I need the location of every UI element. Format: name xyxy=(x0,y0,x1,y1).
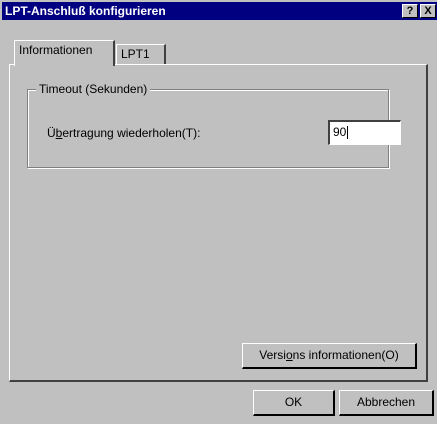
tab-informationen[interactable]: Informationen xyxy=(14,40,115,66)
tab-informationen-label: Informationen xyxy=(19,43,93,57)
timeout-group-legend: Timeout (Sekunden) xyxy=(36,81,151,97)
retry-label: Übertragung wiederholen(T): xyxy=(47,125,200,141)
retry-timeout-value: 90 xyxy=(333,125,347,139)
cancel-button[interactable]: Abbrechen xyxy=(339,390,434,416)
help-button[interactable]: ? xyxy=(402,4,418,18)
version-label-prefix: Versi xyxy=(259,348,286,362)
retry-timeout-input[interactable]: 90 xyxy=(328,120,401,145)
version-label-accelerator: o xyxy=(285,348,293,362)
tab-lpt1-label: LPT1 xyxy=(121,47,150,61)
version-info-button[interactable]: Versions informationen(O) xyxy=(242,343,417,369)
retry-label-prefix: Ü xyxy=(47,126,56,140)
title-bar[interactable]: LPT-Anschluß konfigurieren ? X xyxy=(2,2,437,20)
dialog-window: LPT-Anschluß konfigurieren ? X Informati… xyxy=(0,0,437,424)
ok-button[interactable]: OK xyxy=(253,390,335,416)
tab-lpt1[interactable]: LPT1 xyxy=(116,44,166,65)
window-title: LPT-Anschluß konfigurieren xyxy=(5,4,166,18)
close-button[interactable]: X xyxy=(420,4,436,18)
version-label-suffix: ns informationen(O) xyxy=(292,348,399,362)
retry-label-suffix: ertragung wiederholen(T): xyxy=(62,126,201,140)
text-caret xyxy=(347,126,349,140)
